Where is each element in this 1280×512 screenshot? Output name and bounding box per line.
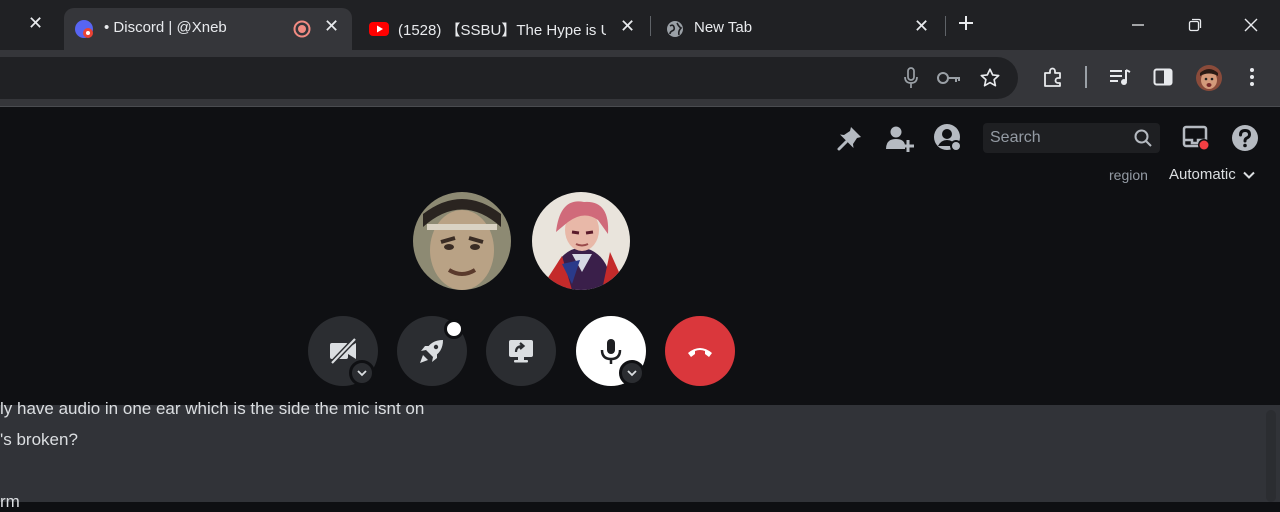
screen-share-icon	[506, 336, 536, 366]
region-select[interactable]: Automatic	[1169, 166, 1256, 183]
message-text: rm	[0, 492, 20, 511]
inbox-icon[interactable]	[1181, 123, 1211, 153]
message-text: ly have audio in one ear which is the si…	[0, 399, 425, 418]
tab-youtube[interactable]: (1528) 【SSBU】The Hype is Unreal ✕	[358, 8, 643, 50]
tab-discord[interactable]: • Discord | @Xneb ✕	[64, 8, 352, 50]
close-tab-icon[interactable]: ✕	[28, 13, 43, 34]
microphone-icon	[597, 336, 625, 366]
address-bar[interactable]	[0, 57, 1018, 99]
hang-up-icon	[685, 341, 715, 361]
more-vert-icon[interactable]	[1240, 64, 1264, 90]
tab-separator	[945, 16, 946, 36]
add-friend-icon[interactable]	[884, 123, 914, 153]
chevron-down-icon	[1242, 168, 1256, 182]
search-icon	[1133, 128, 1153, 148]
pin-icon[interactable]	[835, 123, 865, 153]
globe-icon	[665, 19, 685, 39]
participant-avatar-character-avatar[interactable]	[532, 192, 630, 290]
recording-icon	[292, 19, 312, 39]
chat-scrollbar[interactable]	[1266, 410, 1276, 502]
notification-dot	[444, 319, 464, 339]
help-icon[interactable]	[1230, 123, 1260, 153]
close-tab-icon[interactable]: ✕	[324, 16, 339, 37]
disconnect-button[interactable]	[665, 316, 735, 386]
status-avatar-icon[interactable]	[933, 123, 963, 153]
browser-tab-bar: ✕ • Discord | @Xneb ✕ (1528) 【SSBU】The H…	[0, 0, 1280, 50]
toolbar-divider	[1085, 66, 1087, 88]
browser-toolbar	[0, 50, 1280, 106]
tab-new-tab[interactable]: New Tab ✕	[655, 8, 940, 50]
media-controls-icon[interactable]	[1107, 64, 1133, 90]
close-window-icon[interactable]	[1236, 10, 1266, 40]
tab-title: • Discord | @Xneb	[104, 19, 227, 36]
close-tab-icon[interactable]: ✕	[914, 16, 929, 37]
microphone-options-chevron[interactable]	[619, 360, 645, 386]
chat-messages-area: ly have audio in one ear which is the si…	[0, 399, 1280, 511]
side-panel-icon[interactable]	[1150, 64, 1176, 90]
screen-share-button[interactable]	[486, 316, 556, 386]
minimize-icon[interactable]	[1123, 10, 1153, 40]
key-icon[interactable]	[936, 66, 962, 90]
star-icon[interactable]	[978, 66, 1002, 90]
extensions-icon[interactable]	[1040, 64, 1066, 90]
tab-title: New Tab	[694, 19, 753, 36]
profile-avatar[interactable]	[1196, 65, 1222, 91]
message-text: 's broken?	[0, 430, 78, 449]
rocket-icon	[417, 336, 447, 366]
region-value: Automatic	[1169, 166, 1236, 183]
search-input[interactable]	[983, 123, 1128, 153]
discord-icon	[74, 19, 94, 39]
restore-icon[interactable]	[1180, 10, 1210, 40]
participant-avatar-ryu-avatar[interactable]	[413, 192, 511, 290]
search-box[interactable]	[983, 123, 1160, 153]
tab-title: (1528) 【SSBU】The Hype is Unreal	[398, 22, 606, 39]
chevron-down-icon	[626, 367, 638, 379]
chevron-down-icon	[356, 367, 368, 379]
youtube-icon	[368, 19, 390, 39]
camera-options-chevron[interactable]	[349, 360, 375, 386]
region-label: region	[1109, 167, 1148, 183]
close-tab-icon[interactable]: ✕	[620, 16, 635, 37]
new-tab-icon[interactable]	[955, 12, 977, 34]
microphone-icon[interactable]	[900, 66, 922, 90]
tab-separator	[650, 16, 651, 36]
